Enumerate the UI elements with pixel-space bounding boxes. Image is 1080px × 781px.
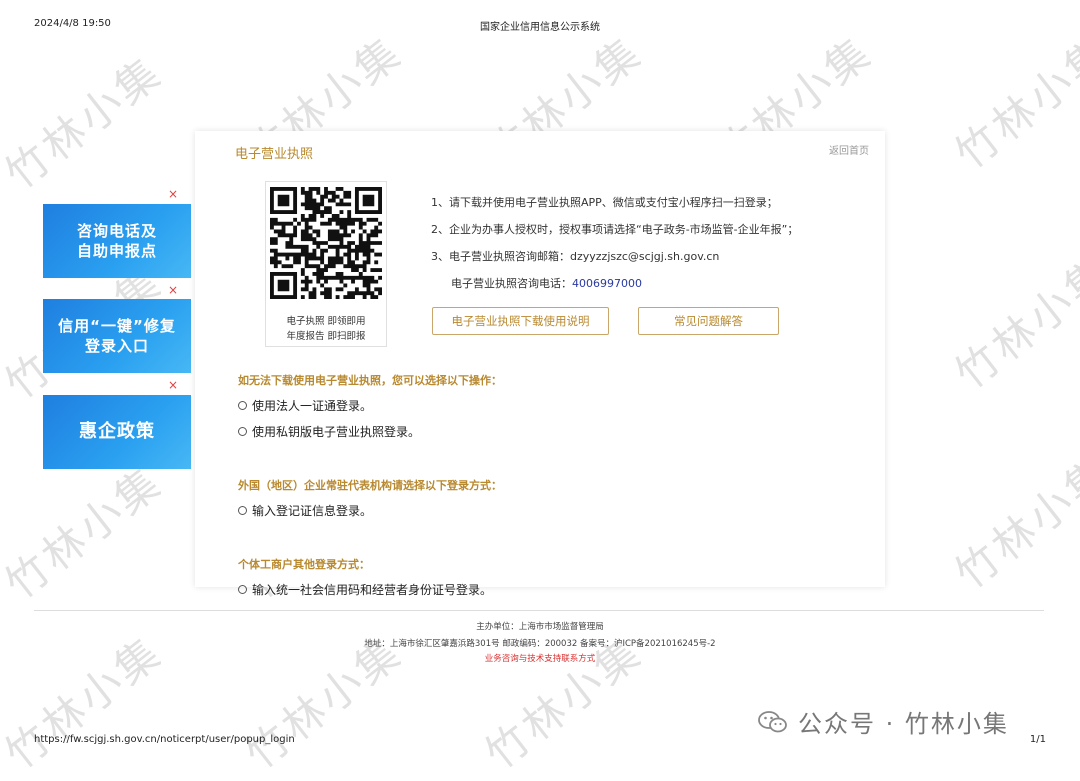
qr-code [270,187,382,299]
qr-code-box: 电子执照 即领即用 年度报告 即扫即报 [265,181,387,347]
option-label: 使用私钥版电子营业执照登录。 [252,425,421,439]
section-title-individual-business: 个体工商户其他登录方式： [238,558,370,571]
phone-number[interactable]: 4006997000 [572,277,642,290]
card-title: 电子营业执照 [235,147,314,162]
section-title-foreign-offices: 外国（地区）企业常驻代表机构请选择以下登录方式： [238,479,502,492]
option-credit-code-id-login[interactable]: 输入统一社会信用码和经营者身份证号登录。 [238,581,492,598]
print-url: https://fw.scjgj.sh.gov.cn/noticerpt/use… [34,734,295,745]
phone-line: 电子营业执照咨询电话：4006997000 [431,270,798,297]
print-page-number: 1/1 [1029,734,1046,745]
radio-icon [238,401,247,410]
phone-label: 电子营业执照咨询电话： [451,277,572,290]
email-value: dzyyzzjszc@scjgj.sh.gov.cn [570,250,720,263]
radio-icon [238,585,247,594]
email-label: 3、电子营业执照咨询邮箱： [431,250,570,263]
wechat-account-name: 公众号 · 竹林小集 [798,710,1009,738]
option-private-key-license-login[interactable]: 使用私钥版电子营业执照登录。 [238,423,420,440]
watermark: 竹林小集 [0,456,172,609]
qr-caption-line: 电子执照 即领即用 [286,316,366,327]
ad-close-button[interactable]: × [168,378,178,392]
back-home-link[interactable]: 返回首页 [829,142,869,157]
watermark: 竹林小集 [946,246,1080,399]
qr-caption-line: 年度报告 即扫即报 [286,331,366,342]
option-registration-cert-login[interactable]: 输入登记证信息登录。 [238,502,372,519]
ad-close-button[interactable]: × [168,283,178,297]
print-page-title: 国家企业信用信息公示系统 [480,22,600,33]
ad-close-button[interactable]: × [168,187,178,201]
ad-consult-phone[interactable]: 咨询电话及 自助申报点 [43,204,191,278]
ad-credit-repair[interactable]: 信用“一键”修复 登录入口 [43,299,191,373]
option-label: 输入登记证信息登录。 [252,504,373,518]
ad-line: 信用“一键”修复 [58,317,176,335]
download-manual-button[interactable]: 电子营业执照下载使用说明 [432,307,609,335]
step-3: 3、电子营业执照咨询邮箱：dzyyzzjszc@scjgj.sh.gov.cn [431,243,798,270]
faq-button[interactable]: 常见问题解答 [638,307,779,335]
radio-icon [238,427,247,436]
ad-line: 惠企政策 [79,421,155,442]
section-title-alternatives: 如无法下载使用电子营业执照，您可以选择以下操作： [238,374,502,387]
radio-icon [238,506,247,515]
footer-sponsor: 主办单位：上海市市场监督管理局 [476,622,604,632]
login-instructions: 1、请下载并使用电子营业执照APP、微信或支付宝小程序扫一扫登录； 2、企业为办… [431,189,798,297]
qr-caption: 电子执照 即领即用 年度报告 即扫即报 [266,314,386,344]
ad-policy[interactable]: 惠企政策 [43,395,191,469]
step-1: 1、请下载并使用电子营业执照APP、微信或支付宝小程序扫一扫登录； [431,196,778,209]
option-legal-cert-login[interactable]: 使用法人一证通登录。 [238,397,372,414]
footer-support-link[interactable]: 业务咨询与技术支持联系方式 [0,652,1080,664]
ad-line: 自助申报点 [76,242,157,260]
ad-line: 咨询电话及 [76,222,157,240]
footer-divider [34,610,1044,611]
watermark: 竹林小集 [0,46,172,199]
ad-line: 登录入口 [84,337,149,355]
option-label: 使用法人一证通登录。 [252,399,373,413]
wechat-account-mark: 公众号 · 竹林小集 [758,704,1009,739]
watermark: 竹林小集 [946,446,1080,599]
login-card: 电子营业执照 返回首页 电子执照 即领即用 年度报告 即扫即报 1、请下载并使用… [195,131,885,597]
footer-address: 地址：上海市徐汇区肇嘉浜路301号 邮政编码：200032 备案号：沪ICP备2… [364,639,716,649]
option-label: 输入统一社会信用码和经营者身份证号登录。 [252,583,493,597]
step-2: 2、企业为办事人授权时，授权事项请选择“电子政务-市场监管-企业年报”； [431,223,799,236]
qr-modules [270,187,382,299]
wechat-icon [758,710,787,732]
watermark: 竹林小集 [946,26,1080,179]
